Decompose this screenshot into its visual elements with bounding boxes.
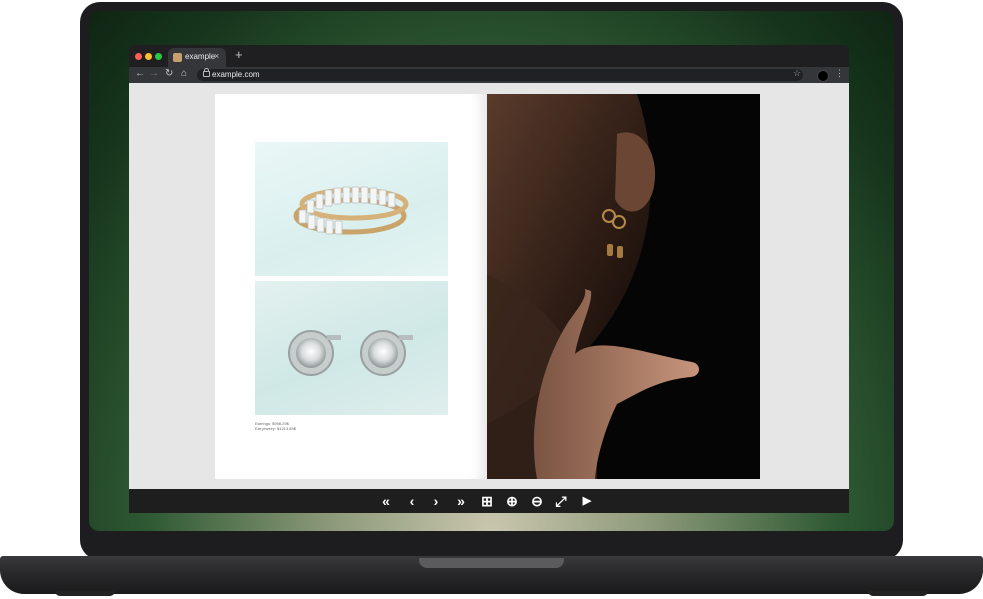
ring-illustration [293, 186, 409, 235]
browser-menu-icon[interactable]: ⋮ [835, 68, 844, 79]
bookmark-star-icon[interactable]: ☆ [793, 68, 801, 79]
close-window-button[interactable] [135, 53, 142, 60]
flipbook-right-page[interactable] [487, 94, 760, 479]
minimize-window-button[interactable] [145, 53, 152, 60]
zoom-out-icon[interactable]: ⊖ [527, 492, 547, 510]
lock-icon [203, 68, 210, 77]
fullscreen-icon[interactable]: ⤢ [551, 492, 571, 510]
zoom-in-icon[interactable]: ⊕ [502, 492, 522, 510]
last-page-icon[interactable]: » [451, 492, 471, 510]
new-tab-button[interactable]: + [235, 47, 243, 62]
stud-earrings-photo [255, 281, 448, 415]
laptop-foot-left [55, 591, 115, 596]
home-icon[interactable]: ⌂ [181, 68, 187, 79]
ring-photo [255, 142, 448, 276]
page-viewport: Earrings: $998,29$ Ear jewelry: $1213,89… [129, 83, 849, 489]
thumbnails-grid-icon[interactable]: ⊞ [477, 492, 497, 510]
profile-avatar-icon[interactable] [817, 70, 829, 82]
model-earring-photo [487, 94, 760, 479]
stud-earrings-illustration [288, 330, 413, 376]
laptop-foot-right [868, 591, 928, 596]
flipbook-control-bar: « ‹ › » ⊞ ⊕ ⊖ ⤢ ▶ [129, 489, 849, 513]
autoplay-icon[interactable]: ▶ [577, 492, 597, 510]
laptop-opening-groove [419, 558, 564, 568]
browser-tab[interactable]: example × [168, 48, 226, 67]
maximize-window-button[interactable] [155, 53, 162, 60]
laptop-mockup: example × + ← → ↻ ⌂ example.com ☆ ⋮ Earr… [0, 0, 983, 599]
address-bar[interactable]: example.com [197, 68, 803, 81]
url-text: example.com [212, 70, 260, 79]
back-icon[interactable]: ← [135, 68, 145, 79]
previous-page-icon[interactable]: ‹ [402, 492, 422, 510]
browser-toolbar: ← → ↻ ⌂ example.com ☆ ⋮ [129, 67, 849, 83]
tab-title: example [185, 52, 216, 61]
forward-icon[interactable]: → [149, 68, 159, 79]
flipbook-left-page[interactable]: Earrings: $998,29$ Ear jewelry: $1213,89… [215, 94, 487, 479]
tab-close-icon[interactable]: × [214, 51, 219, 61]
reload-icon[interactable]: ↻ [165, 68, 173, 79]
browser-window: example × + ← → ↻ ⌂ example.com ☆ ⋮ Earr… [129, 45, 849, 513]
next-page-icon[interactable]: › [426, 492, 446, 510]
favicon-icon [173, 53, 182, 62]
first-page-icon[interactable]: « [376, 492, 396, 510]
price-caption-ear-jewelry: Ear jewelry: $1213,89$ [255, 426, 296, 431]
tab-bar: example × + [129, 45, 849, 67]
